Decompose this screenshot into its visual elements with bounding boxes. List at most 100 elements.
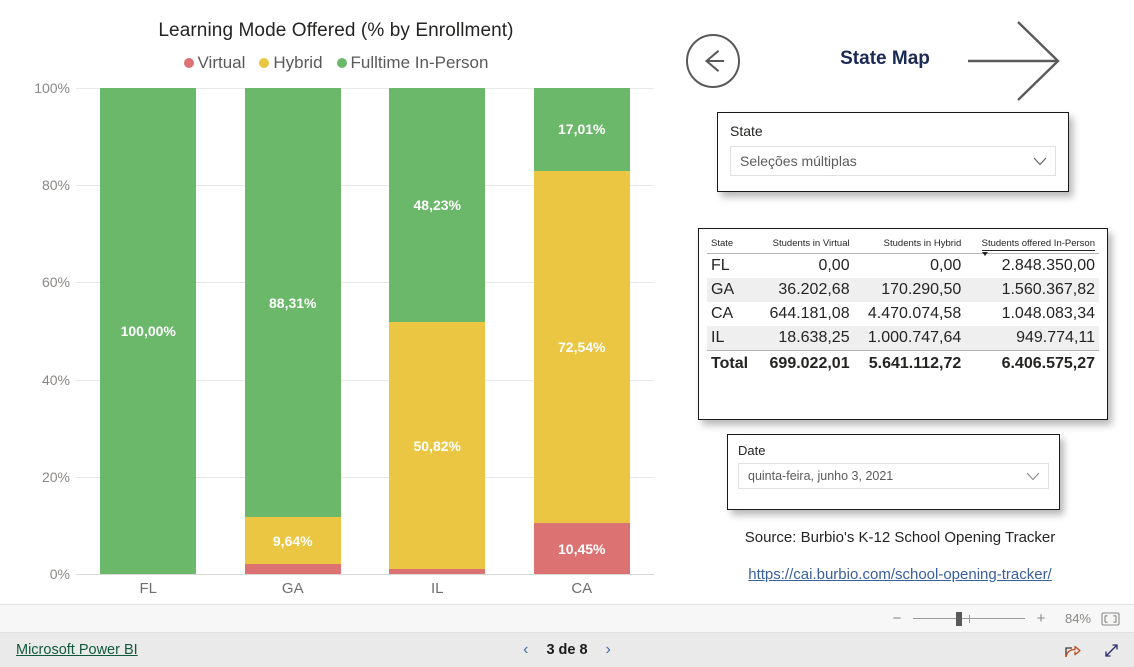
bar-segment-fulltime-in-person[interactable]: 88,31% (244, 88, 341, 518)
bar-segment-fulltime-in-person[interactable]: 48,23% (389, 88, 486, 323)
source-caption: Source: Burbio's K-12 School Opening Tra… (744, 529, 1056, 546)
fit-to-page-icon[interactable] (1101, 611, 1120, 626)
bar-data-label: 9,64% (272, 532, 313, 549)
sort-descending-icon (981, 252, 988, 256)
cell-state: CA (711, 305, 734, 322)
col-students-in-virtual[interactable]: Students in Virtual (756, 235, 854, 254)
share-icon[interactable] (1064, 642, 1081, 659)
status-bar: Microsoft Power BI ‹ 3 de 8 › (0, 633, 1134, 667)
bar-segment-hybrid[interactable]: 72,54% (533, 170, 630, 524)
state-slicer-dropdown[interactable]: Seleções múltiplas (730, 146, 1056, 176)
bar-column-il[interactable]: 48,23% 50,82% (365, 88, 510, 574)
report-canvas: Learning Mode Offered (% by Enrollment) … (0, 0, 1134, 604)
back-arrow-button[interactable] (686, 34, 740, 88)
legend-swatch-icon (259, 58, 270, 68)
legend-label: Fulltime In-Person (350, 53, 489, 72)
col-students-in-hybrid[interactable]: Students in Hybrid (853, 235, 966, 254)
bar-segment-virtual[interactable] (244, 564, 341, 574)
power-bi-report-viewer: Learning Mode Offered (% by Enrollment) … (0, 0, 1134, 667)
table-row[interactable]: CA 644.181,08 4.470.074,58 1.048.083,34 (707, 302, 1099, 326)
chevron-down-icon (1026, 472, 1040, 480)
gridline (76, 574, 654, 575)
chart-title: Learning Mode Offered (% by Enrollment) (158, 20, 514, 41)
fullscreen-icon[interactable] (1103, 642, 1120, 659)
date-slicer-label: Date (738, 443, 766, 458)
x-axis-tick-label: GA (281, 580, 304, 597)
bar-data-label: 48,23% (413, 197, 461, 214)
cell-in-person: 2.848.350,00 (1001, 257, 1095, 274)
date-slicer[interactable]: Date quinta-feira, junho 3, 2021 (727, 434, 1060, 510)
table-row[interactable]: FL 0,00 0,00 2.848.350,00 (707, 254, 1099, 279)
students-table: State Students in Virtual Students in Hy… (707, 235, 1099, 376)
legend-label: Virtual (197, 53, 246, 72)
students-table-panel[interactable]: State Students in Virtual Students in Hy… (698, 228, 1108, 420)
y-axis-tick-label: 80% (41, 177, 70, 194)
chart-plot-area: 100% 80% 60% 40% 20% 0% 100,00% 88,31% 9,64% 48,2… (0, 80, 672, 604)
y-axis-tick-label: 60% (41, 274, 70, 291)
zoom-slider-notch (969, 614, 970, 623)
legend-item-hybrid[interactable]: Hybrid (259, 53, 323, 73)
bar-column-fl[interactable]: 100,00% (76, 88, 221, 574)
bar-data-label: 100,00% (120, 323, 176, 339)
cell-state: GA (707, 278, 757, 302)
learning-mode-chart[interactable]: Learning Mode Offered (% by Enrollment) … (0, 0, 672, 604)
stacked-bar: 88,31% 9,64% (244, 88, 341, 574)
previous-page-button[interactable]: ‹ (523, 641, 528, 659)
legend-swatch-icon (183, 58, 194, 68)
stacked-bar: 48,23% 50,82% (389, 88, 486, 574)
cell-virtual: 36.202,68 (756, 278, 854, 302)
total-hybrid: 5.641.112,72 (853, 350, 966, 376)
cell-state: FL (711, 257, 730, 274)
bar-data-label: 17,01% (558, 121, 606, 138)
total-virtual: 699.022,01 (756, 350, 854, 376)
stacked-bar: 17,01% 72,54% 10,45% (533, 88, 630, 574)
bar-column-ga[interactable]: 88,31% 9,64% (221, 88, 366, 574)
forward-arrow-button[interactable] (966, 18, 1062, 102)
legend-swatch-icon (336, 58, 347, 68)
y-axis-tick-label: 0% (49, 566, 70, 582)
cell-hybrid: 4.470.074,58 (867, 305, 962, 322)
bar-segment-virtual[interactable]: 10,45% (533, 523, 630, 574)
state-slicer[interactable]: State Seleções múltiplas (717, 112, 1069, 192)
bar-data-label: 72,54% (558, 338, 606, 355)
legend-item-virtual[interactable]: Virtual (183, 53, 246, 73)
cell-hybrid: 0,00 (930, 257, 962, 274)
x-axis-tick-label: FL (139, 580, 157, 597)
zoom-out-button[interactable]: − (891, 611, 903, 626)
date-slicer-value: quinta-feira, junho 3, 2021 (748, 469, 894, 483)
col-state[interactable]: State (707, 235, 757, 254)
x-axis-tick-label: CA (571, 580, 593, 597)
cell-in-person: 1.560.367,82 (965, 278, 1099, 302)
state-slicer-label: State (730, 123, 763, 139)
bar-segment-virtual[interactable] (389, 569, 486, 574)
zoom-percent-label: 84% (1064, 611, 1091, 626)
zoom-in-button[interactable]: + (1035, 611, 1047, 626)
table-row[interactable]: IL 18.638,25 1.000.747,64 949.774,11 (707, 326, 1099, 351)
legend-item-fulltime-in-person[interactable]: Fulltime In-Person (336, 53, 489, 73)
col-students-offered-in-person[interactable]: Students offered In-Person (965, 235, 1099, 256)
y-axis-tick-label: 100% (34, 80, 70, 96)
y-axis-tick-label: 40% (41, 371, 70, 388)
zoom-slider[interactable] (913, 611, 1025, 626)
bar-segment-hybrid[interactable]: 50,82% (389, 322, 486, 570)
chart-legend: Virtual Hybrid Fulltime In-Person (0, 53, 672, 73)
bar-segment-fulltime-in-person[interactable]: 100,00% (100, 88, 197, 574)
bar-data-label: 10,45% (558, 540, 606, 557)
table-header: State Students in Virtual Students in Hy… (707, 235, 1099, 256)
bar-segment-fulltime-in-person[interactable]: 17,01% (533, 88, 630, 171)
stacked-bar: 100,00% (100, 88, 197, 574)
page-title: State Map (840, 48, 930, 69)
table-total-row: Total 699.022,01 5.641.112,72 6.406.575,27 (707, 350, 1099, 376)
bar-segment-hybrid[interactable]: 9,64% (244, 517, 341, 565)
cell-state: IL (707, 326, 757, 351)
table-row[interactable]: GA 36.202,68 170.290,50 1.560.367,82 (707, 278, 1099, 302)
bar-series-container: 100,00% 88,31% 9,64% 48,23% 50,82% 17,01% 72,5… (76, 88, 654, 574)
cell-in-person: 949.774,11 (965, 326, 1099, 351)
next-page-button[interactable]: › (606, 641, 611, 659)
source-url-link[interactable]: https://cai.burbio.com/school-opening-tr… (700, 566, 1100, 583)
y-axis-tick-label: 20% (41, 468, 70, 485)
bar-data-label: 50,82% (413, 437, 461, 454)
date-slicer-dropdown[interactable]: quinta-feira, junho 3, 2021 (738, 463, 1049, 489)
zoom-slider-thumb[interactable] (956, 611, 962, 626)
bar-column-ca[interactable]: 17,01% 72,54% 10,45% (510, 88, 655, 574)
